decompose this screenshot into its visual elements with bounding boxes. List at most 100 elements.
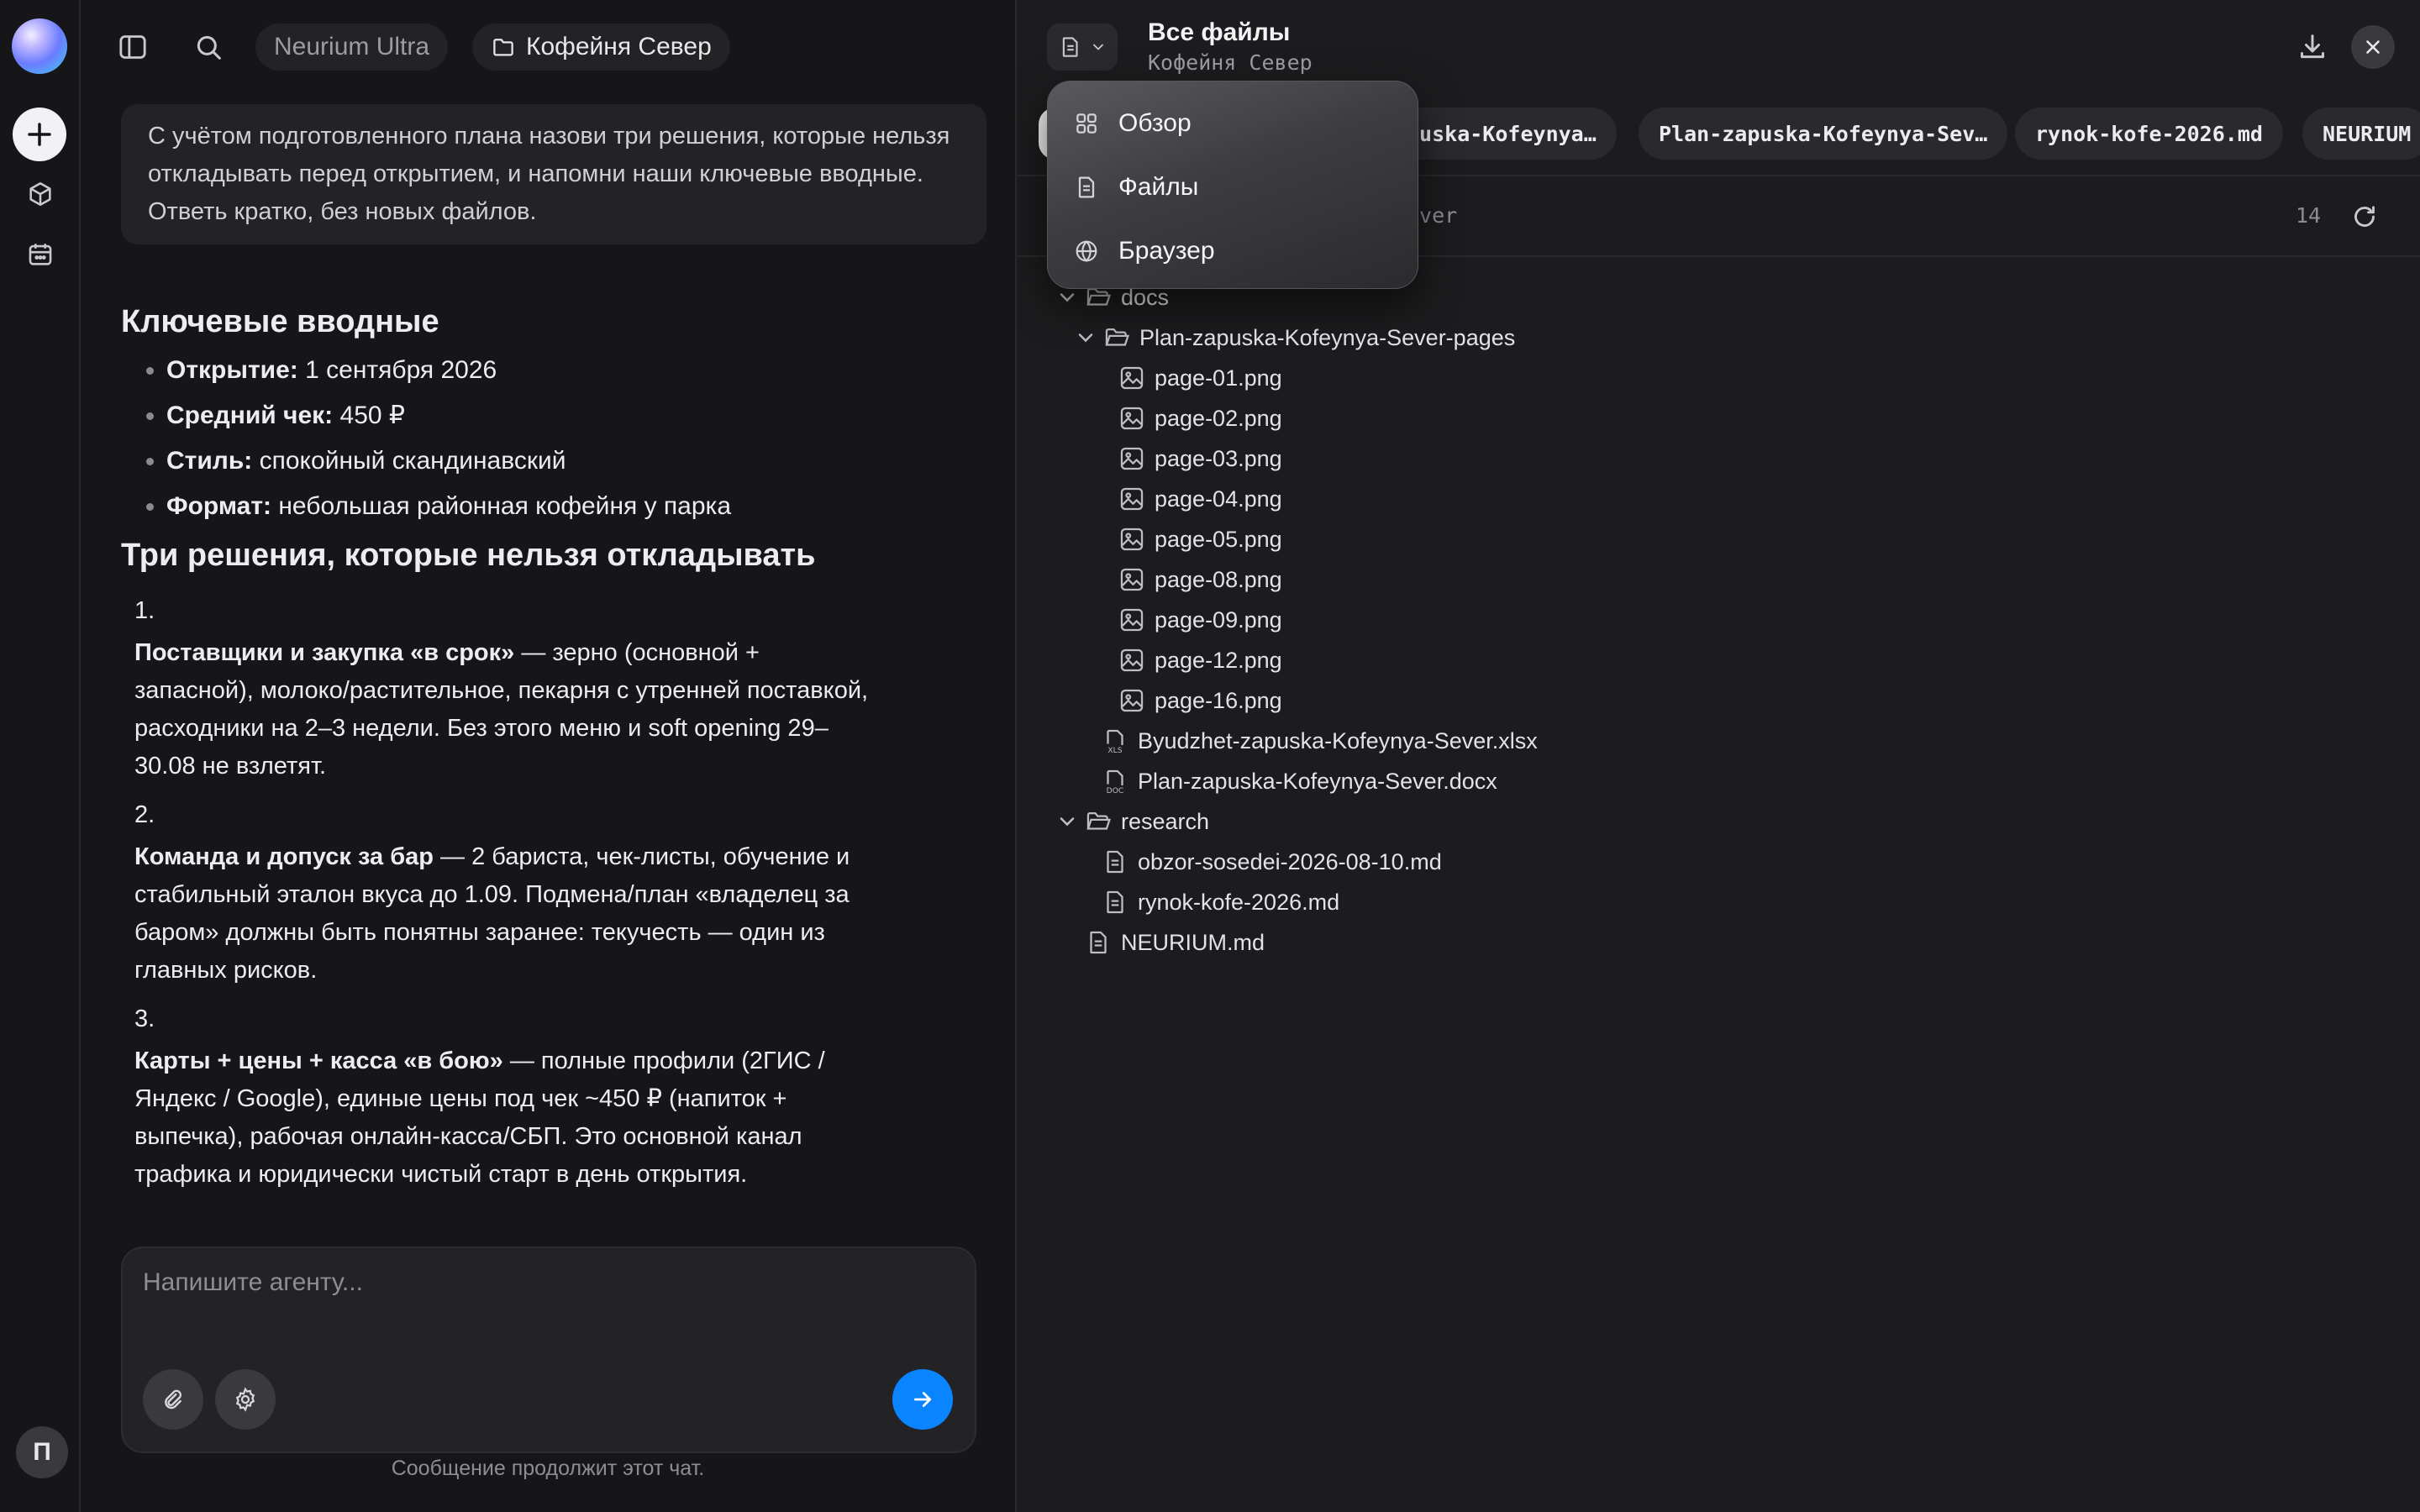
decisions-heading: Три решения, которые нельзя откладывать bbox=[121, 538, 816, 573]
list-item: Открытие: 1 сентября 2026 bbox=[166, 348, 961, 393]
tree-label: NEURIUM.md bbox=[1121, 929, 1265, 955]
model-selector[interactable]: Neurium Ultra bbox=[255, 24, 449, 71]
file-icon bbox=[1078, 176, 1095, 198]
document-file-icon: DOC bbox=[1107, 769, 1123, 795]
tree-file[interactable]: page-01.png bbox=[1118, 358, 1282, 398]
tree-file[interactable]: page-12.png bbox=[1118, 640, 1282, 680]
send-button[interactable] bbox=[892, 1369, 953, 1430]
tree-file[interactable]: page-03.png bbox=[1118, 438, 1282, 479]
file-tab[interactable]: rynok-kofe-2026.md bbox=[2015, 108, 2283, 160]
tree-file[interactable]: page-16.png bbox=[1118, 680, 1282, 721]
tree-file[interactable]: page-08.png bbox=[1118, 559, 1282, 600]
tree-label: Plan-zapuska-Kofeynya-Sever-pages bbox=[1139, 324, 1516, 350]
left-rail: П bbox=[0, 0, 81, 1512]
image-icon bbox=[1120, 568, 1144, 591]
view-switcher-button[interactable] bbox=[1047, 24, 1118, 71]
tree-file[interactable]: obzor-sosedei-2026-08-10.md bbox=[1101, 842, 1442, 882]
chevron-down-icon bbox=[1060, 293, 1075, 302]
inputs-heading: Ключевые вводные bbox=[121, 304, 439, 339]
file-tab[interactable]: puska-Kofeynya… bbox=[1386, 108, 1617, 160]
search-icon[interactable] bbox=[192, 30, 225, 64]
markdown-file-icon bbox=[1090, 931, 1107, 954]
image-icon bbox=[1120, 447, 1144, 470]
box-icon[interactable] bbox=[26, 180, 55, 208]
list-item: Стиль: спокойный скандинавский bbox=[166, 438, 961, 484]
file-tab[interactable]: Plan-zapuska-Kofeynya-Sev… bbox=[1639, 108, 2008, 160]
tree-label: rynok-kofe-2026.md bbox=[1138, 889, 1340, 915]
tree-folder[interactable]: Plan-zapuska-Kofeynya-Sever-pages bbox=[1074, 318, 1515, 358]
app-logo[interactable] bbox=[12, 18, 67, 74]
list-item: Средний чек: 450 ₽ bbox=[166, 393, 961, 438]
image-icon bbox=[1120, 487, 1144, 511]
files-title: Все файлы bbox=[1148, 18, 1291, 46]
message-composer[interactable]: Напишите агенту... bbox=[121, 1247, 976, 1453]
decision-item: 3. Карты + цены + касса «в бою» — полные … bbox=[134, 1005, 825, 1188]
close-icon bbox=[2366, 40, 2380, 54]
tree-label: research bbox=[1121, 808, 1210, 834]
arrow-right-icon bbox=[913, 1392, 932, 1407]
user-message: С учётом подготовленного плана назови тр… bbox=[121, 104, 986, 244]
tree-file[interactable]: NEURIUM.md bbox=[1084, 922, 1265, 963]
folder-icon bbox=[493, 39, 513, 56]
new-chat-button[interactable] bbox=[13, 108, 66, 161]
project-selector[interactable]: Кофейня Север bbox=[472, 24, 730, 71]
assistant-answer: Ключевые вводные Открытие: 1 сентября 20… bbox=[121, 296, 961, 1200]
menu-item-label: Браузер bbox=[1118, 237, 1215, 265]
download-icon[interactable] bbox=[2296, 30, 2329, 64]
tree-label: Plan-zapuska-Kofeynya-Sever.docx bbox=[1138, 768, 1497, 794]
menu-item-overview[interactable]: Обзор bbox=[1073, 98, 1192, 149]
tree-file[interactable]: page-09.png bbox=[1118, 600, 1282, 640]
tree-label: obzor-sosedei-2026-08-10.md bbox=[1138, 848, 1442, 874]
plus-icon bbox=[28, 123, 51, 146]
image-icon bbox=[1120, 366, 1144, 390]
decisions-list: 1. Поставщики и закупка «в срок» — зерно … bbox=[121, 588, 874, 1194]
tree-label: page-09.png bbox=[1155, 606, 1282, 633]
tree-file[interactable]: page-02.png bbox=[1118, 398, 1282, 438]
folder-open-icon bbox=[1086, 811, 1112, 830]
tree-label: page-05.png bbox=[1155, 526, 1282, 552]
view-dropdown-menu: Обзор Файлы Браузер bbox=[1047, 81, 1418, 289]
decision-item: 1. Поставщики и закупка «в срок» — зерно … bbox=[134, 597, 869, 780]
project-name: Кофейня Север bbox=[526, 33, 712, 60]
tree-file[interactable]: page-04.png bbox=[1118, 479, 1282, 519]
message-input[interactable]: Напишите агенту... bbox=[143, 1268, 363, 1297]
markdown-file-icon bbox=[1107, 850, 1123, 874]
spreadsheet-file-icon: XLS bbox=[1107, 729, 1123, 755]
tree-label: Byudzhet-zapuska-Kofeynya-Sever.xlsx bbox=[1138, 727, 1538, 753]
image-icon bbox=[1120, 528, 1144, 551]
inputs-list: Открытие: 1 сентября 2026 Средний чек: 4… bbox=[121, 348, 961, 529]
files-header: Все файлы Кофейня Север bbox=[1017, 0, 2420, 87]
composer-hint: Сообщение продолжит этот чат. bbox=[391, 1457, 705, 1480]
tree-file[interactable]: page-05.png bbox=[1118, 519, 1282, 559]
settings-button[interactable] bbox=[215, 1369, 276, 1430]
menu-item-label: Файлы bbox=[1118, 173, 1199, 201]
list-item: Формат: небольшая районная кофейня у пар… bbox=[166, 484, 961, 529]
tree-label: page-12.png bbox=[1155, 647, 1282, 673]
chevron-down-icon bbox=[1060, 817, 1075, 827]
refresh-icon[interactable] bbox=[2349, 202, 2380, 232]
file-tab[interactable]: NEURIUM bbox=[2302, 108, 2420, 160]
file-icon bbox=[1062, 37, 1078, 57]
tree-label: page-03.png bbox=[1155, 445, 1282, 471]
tree-label: page-04.png bbox=[1155, 486, 1282, 512]
close-button[interactable] bbox=[2351, 25, 2395, 69]
globe-icon bbox=[1076, 240, 1097, 262]
files-subtitle: Кофейня Север bbox=[1148, 50, 1313, 75]
tree-label: page-08.png bbox=[1155, 566, 1282, 592]
tree-file[interactable]: rynok-kofe-2026.md bbox=[1101, 882, 1339, 922]
user-avatar[interactable]: П bbox=[16, 1426, 68, 1478]
chevron-down-icon bbox=[1078, 333, 1093, 343]
calendar-icon[interactable] bbox=[26, 240, 55, 269]
menu-item-files[interactable]: Файлы bbox=[1073, 162, 1198, 213]
image-icon bbox=[1120, 689, 1144, 712]
tree-folder[interactable]: research bbox=[1055, 801, 1209, 842]
paperclip-icon bbox=[165, 1389, 182, 1410]
menu-item-browser[interactable]: Браузер bbox=[1073, 226, 1215, 276]
tree-file[interactable]: XLS Byudzhet-zapuska-Kofeynya-Sever.xlsx bbox=[1101, 721, 1538, 761]
tree-file[interactable]: DOC Plan-zapuska-Kofeynya-Sever.docx bbox=[1101, 761, 1497, 801]
image-icon bbox=[1120, 648, 1144, 672]
attach-button[interactable] bbox=[143, 1369, 203, 1430]
sidebar-toggle-icon[interactable] bbox=[116, 30, 150, 64]
markdown-file-icon bbox=[1107, 890, 1123, 914]
grid-icon bbox=[1076, 113, 1097, 134]
